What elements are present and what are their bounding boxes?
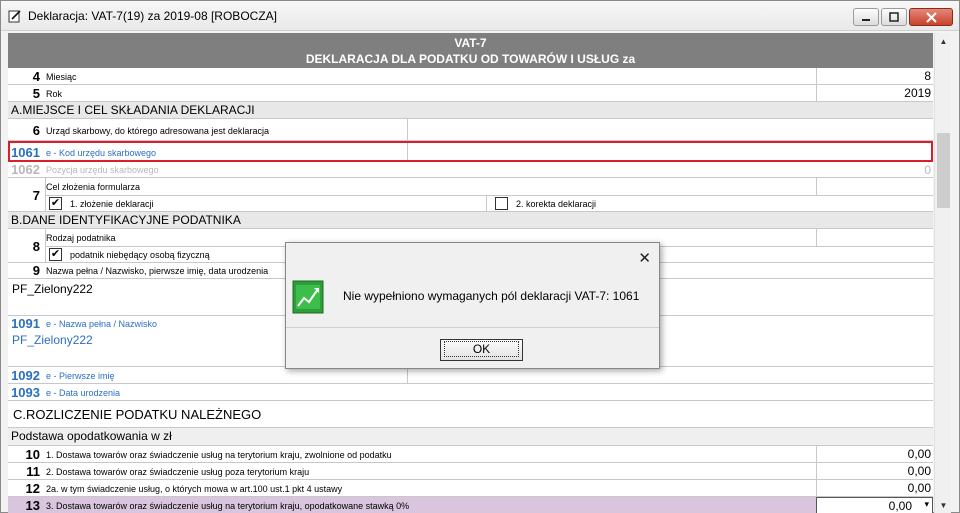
scrollbar-thumb[interactable]: [937, 133, 950, 208]
row-label: Rodzaj podatnika: [46, 233, 116, 243]
close-icon: [925, 11, 937, 23]
scroll-down-icon[interactable]: ▼: [935, 497, 952, 513]
row-12-value[interactable]: 0,00: [818, 481, 931, 495]
dropdown-arrow-icon[interactable]: ▾: [924, 499, 929, 510]
row-number: 7: [32, 188, 40, 203]
tax-office-code-field[interactable]: [409, 144, 909, 159]
tax-office-field[interactable]: [409, 121, 929, 139]
row-label: e - Nazwa pełna / Nazwisko: [46, 319, 158, 329]
row-number: 13: [25, 498, 40, 513]
row-5-year: 5 Rok 2019: [8, 85, 933, 102]
option-correction-label: 2. korekta deklaracji: [516, 199, 597, 209]
full-name-value[interactable]: PF_Zielony222: [12, 282, 93, 296]
row-label: e - Pierwsze imię: [46, 371, 115, 381]
row-11-value[interactable]: 0,00: [818, 464, 931, 478]
row-1093-birth-date: 1093 e - Data urodzenia: [8, 384, 933, 401]
option-submission-label: 1. złożenie deklaracji: [70, 199, 154, 209]
row-13-value-field[interactable]: 0,00 ▾: [816, 497, 933, 513]
section-a-title: A.MIEJSCE I CEL SKŁADANIA DEKLARACJI: [8, 102, 933, 119]
taxpayer-type-checkbox[interactable]: ✔: [49, 248, 62, 261]
row-number: 1093: [11, 385, 40, 400]
edit-document-icon: [8, 10, 21, 23]
row-label: 1. Dostawa towarów oraz świadczenie usłu…: [46, 450, 392, 460]
row-number: 9: [32, 263, 40, 278]
form-title: DEKLARACJA DLA PODATKU OD TOWARÓW I USŁU…: [305, 52, 636, 66]
row-6-tax-office: 6 Urząd skarbowy, do którego adresowana …: [8, 119, 933, 141]
ok-button[interactable]: OK: [440, 339, 523, 361]
vertical-scrollbar[interactable]: ▲ ▼: [934, 33, 951, 513]
tax-office-position-value: 0: [924, 163, 931, 177]
row-number: 5: [32, 86, 40, 101]
row-12: 12 2a. w tym świadczenie usług, o któryc…: [8, 480, 933, 497]
form-code: VAT-7: [454, 36, 487, 50]
option-submission-checkbox[interactable]: ✔: [49, 197, 62, 210]
row-13: 13 3. Dostawa towarów oraz świadczenie u…: [8, 497, 933, 513]
option-correction-checkbox[interactable]: [495, 197, 508, 210]
dialog-message: Nie wypełniono wymaganych pól deklaracji…: [343, 289, 640, 303]
year-value[interactable]: 2019: [818, 86, 931, 100]
row-number: 1091: [11, 316, 40, 331]
row-1092-first-name: 1092 e - Pierwsze imię: [8, 367, 933, 384]
row-number: 6: [32, 123, 40, 138]
minimize-button[interactable]: [853, 8, 879, 26]
row-label: Rok: [46, 89, 63, 99]
row-label: Urząd skarbowy, do którego adresowana je…: [46, 126, 269, 136]
taxpayer-type-label: podatnik niebędący osobą fizyczną: [70, 250, 210, 260]
ok-label: OK: [443, 341, 520, 357]
month-value[interactable]: 8: [818, 69, 931, 83]
row-label: e - Kod urzędu skarbowego: [46, 148, 157, 158]
close-window-button[interactable]: [909, 8, 953, 26]
validation-dialog: ✕ Nie wypełniono wymaganych pól deklarac…: [285, 242, 660, 369]
row-11: 11 2. Dostawa towarów oraz świadczenie u…: [8, 463, 933, 480]
row-number: 8: [32, 239, 40, 254]
dialog-close-icon[interactable]: ✕: [638, 249, 651, 267]
row-label: 3. Dostawa towarów oraz świadczenie usłu…: [46, 501, 410, 511]
chart-app-icon: [292, 280, 324, 314]
row-1061-tax-office-code: 1061 e - Kod urzędu skarbowego: [8, 141, 933, 162]
row-13-value: 0,00: [888, 499, 912, 513]
row-number: 4: [32, 69, 40, 84]
row-number: 11: [26, 464, 40, 479]
row-number: 10: [25, 447, 40, 462]
row-number: 1062: [11, 162, 40, 177]
e-full-name-value[interactable]: PF_Zielony222: [12, 333, 93, 347]
row-label: Miesiąc: [46, 72, 77, 82]
row-label: 2a. w tym świadczenie usług, o których m…: [46, 484, 343, 494]
title-bar[interactable]: Deklaracja: VAT-7(19) za 2019-08 [ROBOCZ…: [1, 1, 959, 31]
maximize-icon: [889, 12, 899, 22]
section-b-title: B.DANE IDENTYFIKACYJNE PODATNIKA: [8, 212, 933, 229]
window-title: Deklaracja: VAT-7(19) za 2019-08 [ROBOCZ…: [28, 9, 277, 23]
form-header: VAT-7 DEKLARACJA DLA PODATKU OD TOWARÓW …: [8, 33, 933, 68]
row-10: 10 1. Dostawa towarów oraz świadczenie u…: [8, 446, 933, 463]
row-label: e - Data urodzenia: [46, 388, 121, 398]
row-1062-tax-office-position: 1062 Pozycja urzędu skarbowego 0: [8, 162, 933, 178]
row-number: 1092: [11, 368, 40, 383]
row-label: Cel złożenia formularza: [46, 182, 141, 192]
scroll-up-icon[interactable]: ▲: [935, 33, 952, 50]
row-label: Pozycja urzędu skarbowego: [46, 165, 159, 175]
row-number: 1061: [11, 145, 40, 160]
row-label: 2. Dostawa towarów oraz świadczenie usłu…: [46, 467, 310, 477]
section-c-title: C.ROZLICZENIE PODATKU NALEŻNEGO: [13, 407, 262, 422]
maximize-button[interactable]: [881, 8, 907, 26]
row-number: 12: [25, 481, 40, 496]
row-4-month: 4 Miesiąc 8: [8, 68, 933, 85]
tax-base-subtitle: Podstawa opodatkowania w zł: [8, 428, 933, 446]
minimize-icon: [862, 19, 870, 21]
row-label: Nazwa pełna / Nazwisko, pierwsze imię, d…: [46, 266, 269, 276]
row-7-purpose: 7 Cel złożenia formularza ✔ 1. złożenie …: [8, 178, 933, 212]
row-10-value[interactable]: 0,00: [818, 447, 931, 461]
